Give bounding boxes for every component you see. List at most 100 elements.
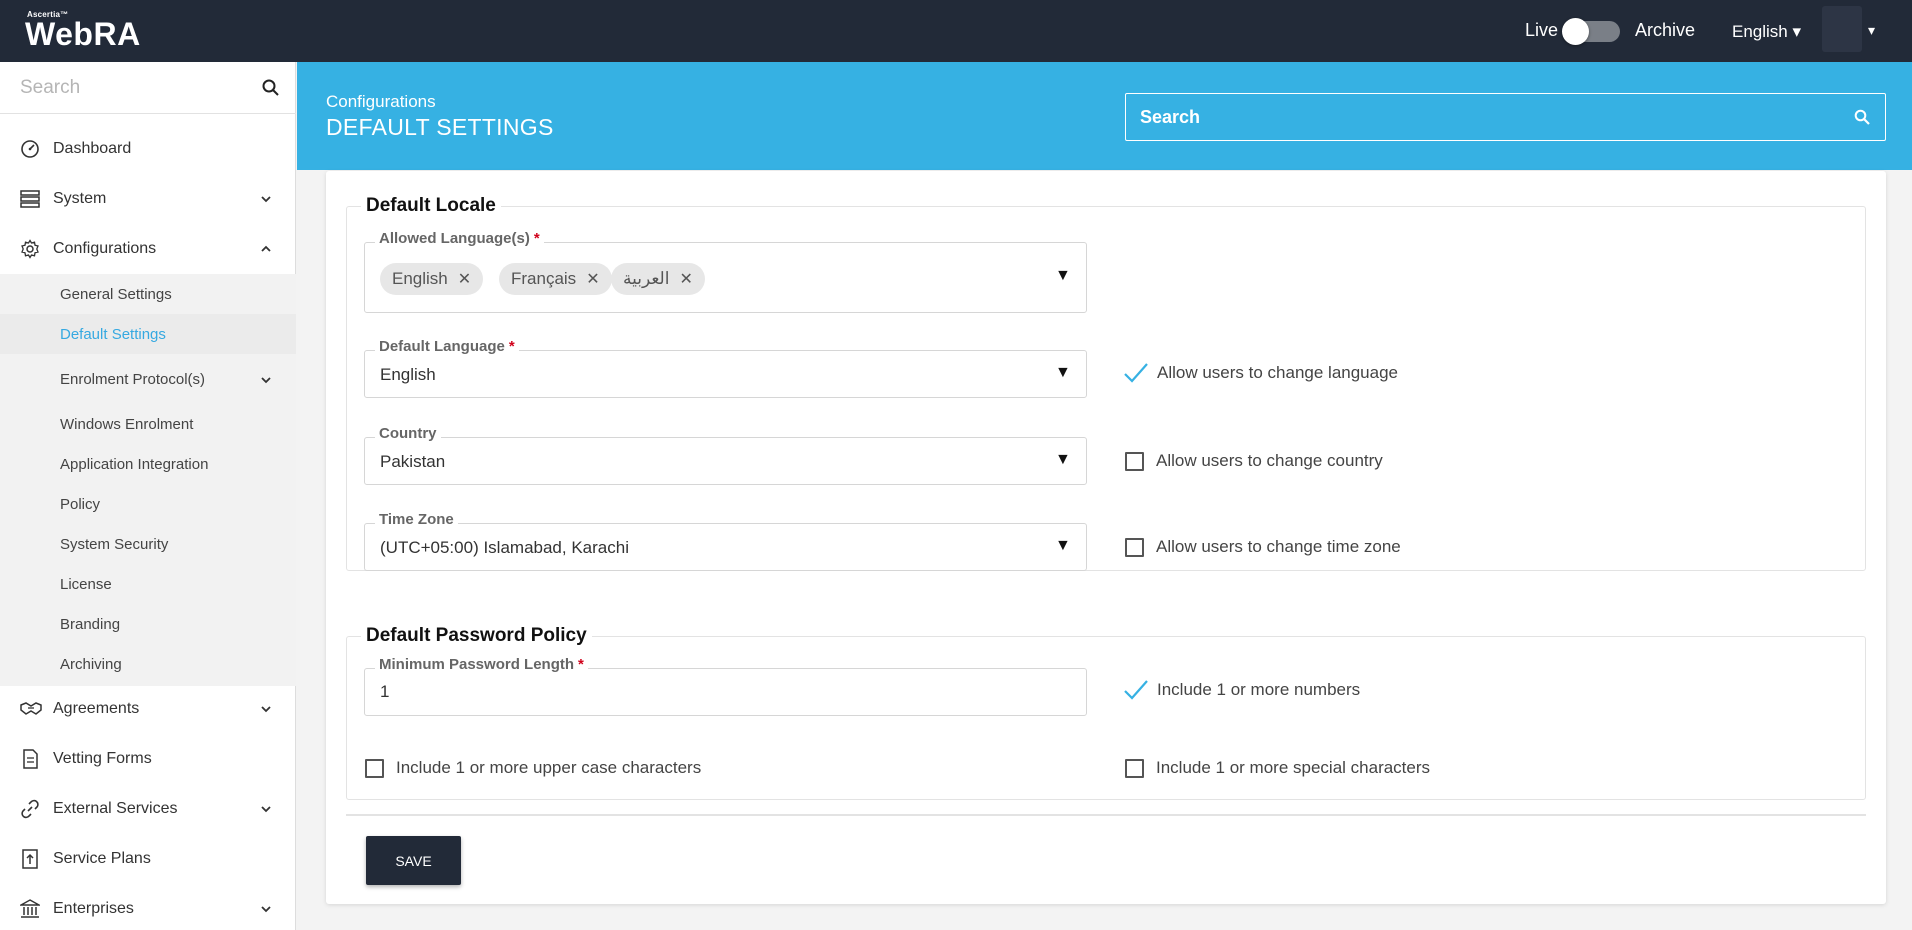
dropdown-caret-icon[interactable]: ▼ (1055, 537, 1071, 555)
include-upper-case-label: Include 1 or more upper case characters (396, 758, 702, 777)
gear-icon (20, 239, 40, 259)
save-button[interactable]: SAVE (366, 836, 461, 885)
checkmark-icon (1123, 679, 1149, 701)
allow-change-country-checkbox[interactable]: Allow users to change country (1125, 451, 1383, 471)
sidebar-item-label: Service Plans (53, 850, 151, 867)
chevron-down-icon (260, 192, 272, 210)
checkmark-icon (1123, 362, 1149, 384)
sidebar-item-enterprises[interactable]: Enterprises (0, 886, 296, 930)
sidebar-subitem-application-integration[interactable]: Application Integration (0, 444, 296, 484)
brand-name: WebRA (25, 16, 141, 52)
sidebar-item-configurations[interactable]: Configurations (0, 226, 296, 272)
sidebar-subitem-label: Application Integration (60, 455, 209, 473)
dropdown-caret-icon[interactable]: ▼ (1055, 364, 1071, 382)
upload-doc-icon (20, 849, 40, 869)
page-search (1125, 93, 1886, 141)
include-numbers-label: Include 1 or more numbers (1157, 680, 1361, 699)
allowed-languages-field[interactable]: Allowed Language(s) * English ✕ Français ✕ … (364, 230, 1087, 313)
sidebar-subitem-branding[interactable]: Branding (0, 604, 296, 644)
sidebar-subitem-archiving[interactable]: Archiving (0, 644, 296, 684)
search-icon[interactable] (1854, 109, 1870, 130)
dashboard-icon (20, 139, 40, 159)
archive-label: Archive (1635, 20, 1696, 40)
allow-change-language-label: Allow users to change language (1157, 363, 1398, 382)
sidebar-subitem-system-security[interactable]: System Security (0, 524, 296, 564)
include-special-checkbox[interactable]: Include 1 or more special characters (1125, 758, 1430, 778)
include-upper-case-checkbox[interactable]: Include 1 or more upper case characters (365, 758, 701, 778)
sidebar-item-label: External Services (53, 800, 178, 817)
close-icon[interactable]: ✕ (458, 269, 471, 289)
allow-change-timezone-checkbox[interactable]: Allow users to change time zone (1125, 537, 1401, 557)
search-icon[interactable] (262, 79, 279, 101)
language-dropdown[interactable]: English ▾ (1732, 22, 1801, 42)
checkbox-box (1125, 758, 1144, 778)
dropdown-caret-icon[interactable]: ▼ (1055, 451, 1071, 469)
default-locale-legend: Default Locale (361, 195, 501, 217)
dropdown-caret-icon[interactable]: ▼ (1055, 267, 1071, 285)
sidebar-subitem-default-settings[interactable]: Default Settings (0, 314, 296, 354)
sidebar-subitem-label: Policy (60, 495, 101, 513)
system-icon (20, 189, 40, 209)
sidebar-item-agreements[interactable]: Agreements (0, 686, 296, 732)
avatar[interactable] (1822, 6, 1862, 52)
country-select[interactable]: Country Pakistan ▼ (364, 425, 1087, 485)
link-icon (20, 799, 40, 819)
close-icon[interactable]: ✕ (586, 269, 599, 289)
webra-logo[interactable]: Ascertia™ WebRA (25, 10, 141, 52)
sidebar-item-system[interactable]: System (0, 176, 296, 222)
allow-change-timezone-label: Allow users to change time zone (1156, 537, 1401, 556)
handshake-icon (20, 699, 42, 719)
chevron-down-icon (260, 373, 272, 391)
sidebar-item-label: Enterprises (53, 900, 134, 917)
min-password-length-label: Minimum Password Length * (375, 656, 588, 673)
default-language-value: English (380, 365, 436, 384)
page-header: Configurations DEFAULT SETTINGS (297, 62, 1912, 170)
sidebar-item-label: Configurations (53, 240, 157, 257)
sidebar-search (0, 62, 296, 114)
chevron-down-icon (260, 702, 272, 720)
sidebar-subitem-label: Enrolment Protocol(s) (60, 370, 206, 388)
bank-icon (18, 899, 42, 919)
default-language-select[interactable]: Default Language * English ▼ (364, 338, 1087, 398)
settings-card: Default Locale Allowed Language(s) * Engl… (326, 171, 1886, 904)
chevron-down-icon (260, 902, 272, 920)
user-menu-caret[interactable]: ▾ (1868, 22, 1875, 39)
divider (346, 814, 1866, 816)
sidebar-item-service-plans[interactable]: Service Plans (0, 836, 296, 882)
chevron-down-icon (260, 802, 272, 820)
top-bar: Ascertia™ WebRA Live Archive English ▾ ▾ (0, 0, 1912, 62)
sidebar-subitem-label: Branding (60, 615, 121, 633)
default-language-label: Default Language * (375, 338, 519, 355)
sidebar-item-external-services[interactable]: External Services (0, 786, 296, 832)
breadcrumb[interactable]: Configurations (326, 92, 436, 112)
sidebar-search-input[interactable] (20, 72, 250, 104)
sidebar-subitem-label: System Security (60, 535, 169, 553)
sidebar-subitem-label: General Settings (60, 285, 172, 303)
live-archive-toggle[interactable] (1562, 18, 1620, 45)
country-label: Country (375, 425, 441, 442)
timezone-value: (UTC+05:00) Islamabad, Karachi (380, 538, 629, 557)
close-icon[interactable]: ✕ (679, 269, 692, 289)
sidebar-subitem-enrolment-protocols[interactable]: Enrolment Protocol(s) (0, 359, 296, 399)
include-numbers-checkbox[interactable]: Include 1 or more numbers (1123, 679, 1360, 701)
checkbox-box (1125, 451, 1144, 471)
sidebar-subitem-policy[interactable]: Policy (0, 484, 296, 524)
sidebar-subitem-label: Default Settings (60, 325, 166, 343)
language-chip-english: English ✕ (380, 263, 484, 295)
sidebar-subitem-general-settings[interactable]: General Settings (0, 274, 296, 314)
sidebar-item-dashboard[interactable]: Dashboard (0, 126, 296, 172)
timezone-select[interactable]: Time Zone (UTC+05:00) Islamabad, Karachi… (364, 511, 1087, 571)
page-search-input[interactable] (1140, 102, 1840, 132)
allowed-languages-label: Allowed Language(s) * (375, 230, 544, 247)
allow-change-language-checkbox[interactable]: Allow users to change language (1123, 362, 1398, 384)
toggle-knob (1562, 18, 1589, 45)
min-password-length-field[interactable]: Minimum Password Length * 1 (364, 656, 1087, 716)
sidebar-subitem-windows-enrolment[interactable]: Windows Enrolment (0, 404, 296, 444)
min-password-length-value: 1 (380, 682, 390, 701)
language-chip-arabic: العربية ✕ (611, 263, 705, 295)
sidebar-item-label: Vetting Forms (53, 750, 152, 767)
sidebar-item-vetting-forms[interactable]: Vetting Forms (0, 736, 296, 782)
sidebar-subitem-license[interactable]: License (0, 564, 296, 604)
sidebar: Dashboard System Configurations General … (0, 62, 296, 930)
password-policy-legend: Default Password Policy (361, 625, 592, 647)
